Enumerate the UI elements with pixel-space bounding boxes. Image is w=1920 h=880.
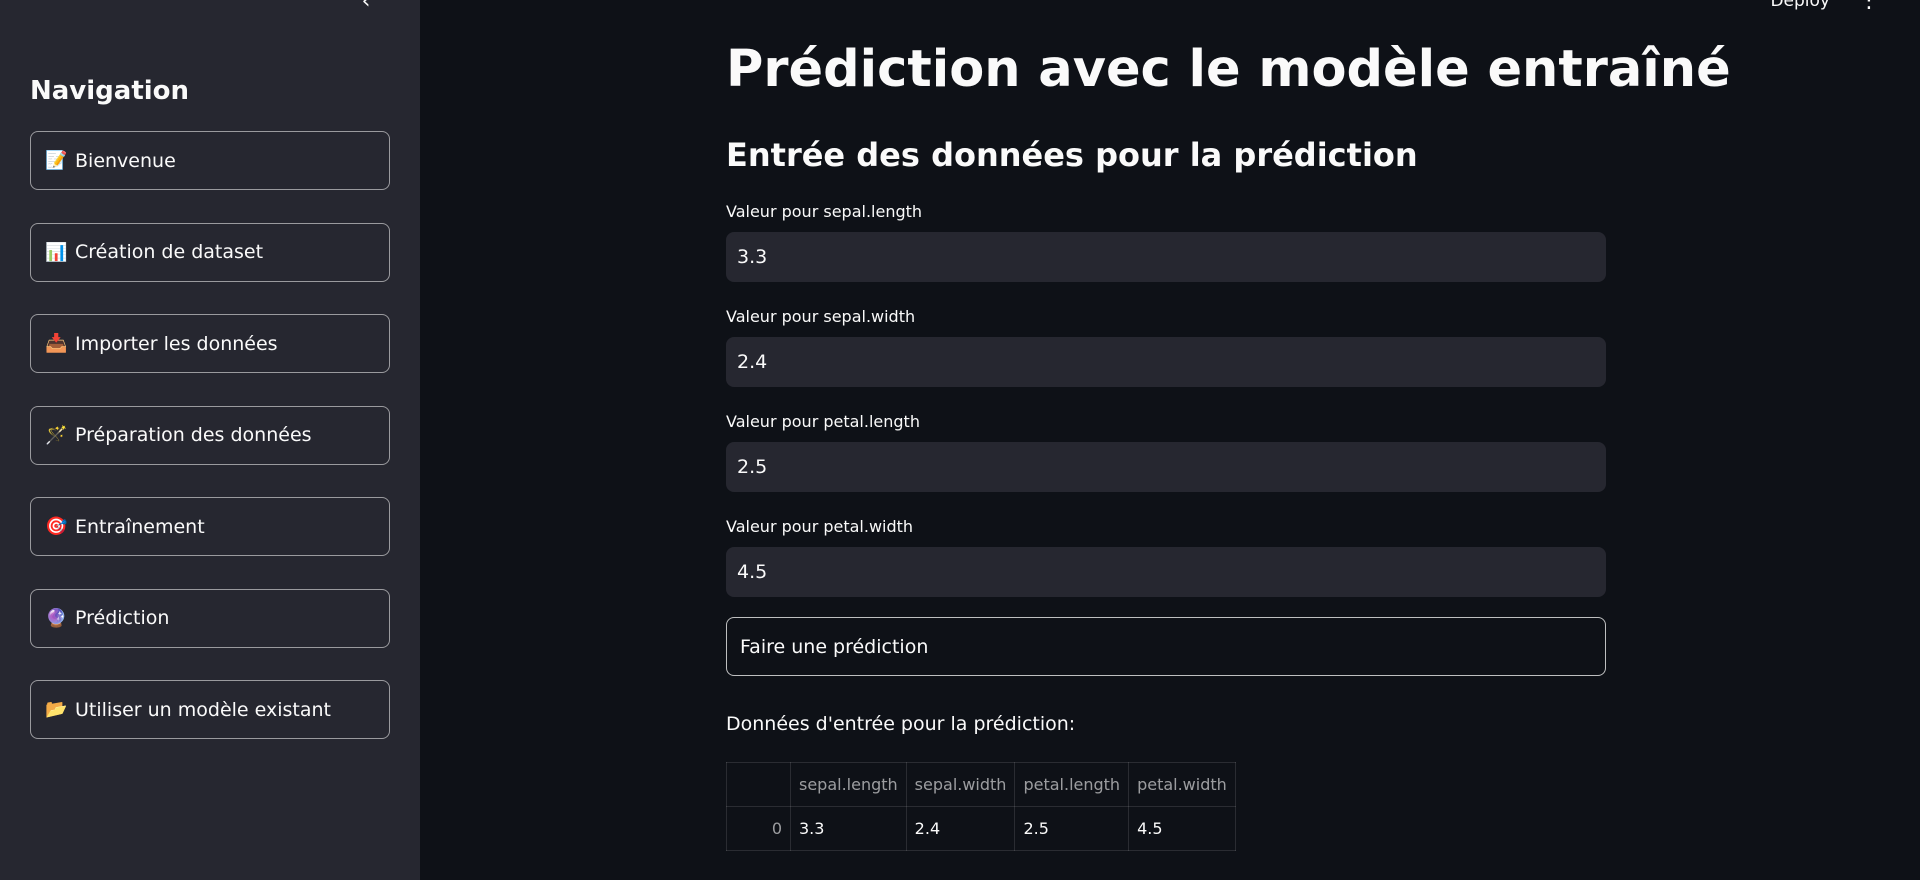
table-cell[interactable]: 3.3 xyxy=(790,806,907,851)
nav-button-label: Bienvenue xyxy=(75,149,176,172)
memo-icon: 📝 xyxy=(45,150,68,171)
table-column-header[interactable]: sepal.length xyxy=(790,762,907,807)
petal-length-input[interactable] xyxy=(726,442,1606,492)
nav-button-label: Importer les données xyxy=(75,332,278,355)
nav-button-entrainement[interactable]: 🎯 Entraînement xyxy=(30,497,390,556)
table-cell[interactable]: 2.5 xyxy=(1014,806,1130,851)
table-header-row: sepal.length sepal.width petal.length pe… xyxy=(726,762,1236,807)
table-column-header[interactable]: petal.length xyxy=(1014,762,1130,807)
input-data-table: sepal.length sepal.width petal.length pe… xyxy=(726,762,1236,851)
field-label: Valeur pour sepal.width xyxy=(726,307,916,326)
table-column-header[interactable]: petal.width xyxy=(1128,762,1236,807)
top-toolbar: Deploy ⋮ xyxy=(1770,0,1880,13)
field-label: Valeur pour sepal.length xyxy=(726,202,923,221)
table-index-header xyxy=(726,762,791,807)
nav-button-label: Préparation des données xyxy=(75,424,312,446)
nav-button-label: Entraînement xyxy=(75,515,205,538)
collapse-sidebar-icon[interactable]: ‹ xyxy=(354,0,378,14)
nav-button-preparation[interactable]: 🪄 Préparation des données xyxy=(30,405,390,465)
sidebar: ‹ Navigation 📝 Bienvenue 📊 Création de d… xyxy=(0,0,420,880)
table-row: 0 3.3 2.4 2.5 4.5 xyxy=(726,806,1236,851)
nav-button-label: Création de dataset xyxy=(75,241,264,263)
nav-button-importer[interactable]: 📥 Importer les données xyxy=(30,314,390,373)
folder-icon: 📂 xyxy=(45,699,68,720)
table-row-index: 0 xyxy=(726,806,791,851)
table-column-header[interactable]: sepal.width xyxy=(905,762,1016,807)
main-area: Deploy ⋮ Prédiction avec le modèle entra… xyxy=(420,0,1920,880)
section-title: Entrée des données pour la prédiction xyxy=(726,136,1418,174)
nav-button-bienvenue[interactable]: 📝 Bienvenue xyxy=(30,131,390,190)
field-petal-width: Valeur pour petal.width xyxy=(726,515,1606,597)
kebab-menu-icon[interactable]: ⋮ xyxy=(1858,0,1880,13)
predict-button[interactable]: Faire une prédiction xyxy=(726,617,1606,676)
sepal-width-input[interactable] xyxy=(726,337,1606,387)
target-icon: 🎯 xyxy=(45,516,68,537)
field-sepal-length: Valeur pour sepal.length xyxy=(726,200,1606,282)
magic-wand-icon: 🪄 xyxy=(45,424,68,446)
nav-button-prediction[interactable]: 🔮 Prédiction xyxy=(30,588,390,648)
field-sepal-width: Valeur pour sepal.width xyxy=(726,305,1606,387)
nav-button-label: Prédiction xyxy=(75,607,170,629)
deploy-button[interactable]: Deploy xyxy=(1770,0,1830,11)
field-petal-length: Valeur pour petal.length xyxy=(726,410,1606,492)
sepal-length-input[interactable] xyxy=(726,232,1606,282)
field-label: Valeur pour petal.length xyxy=(726,412,920,431)
nav-button-modele-existant[interactable]: 📂 Utiliser un modèle existant xyxy=(30,680,390,739)
field-label: Valeur pour petal.width xyxy=(726,517,914,536)
nav-button-label: Utiliser un modèle existant xyxy=(75,698,332,721)
table-cell[interactable]: 2.4 xyxy=(905,806,1016,851)
crystal-ball-icon: 🔮 xyxy=(45,607,68,629)
result-label: Données d'entrée pour la prédiction: xyxy=(726,713,1076,735)
nav-list: 📝 Bienvenue 📊 Création de dataset 📥 Impo… xyxy=(30,131,390,772)
petal-width-input[interactable] xyxy=(726,547,1606,597)
table-cell[interactable]: 4.5 xyxy=(1128,806,1236,851)
inbox-tray-icon: 📥 xyxy=(45,333,68,354)
bar-chart-icon: 📊 xyxy=(45,241,68,263)
navigation-title: Navigation xyxy=(30,76,190,106)
nav-button-creation-dataset[interactable]: 📊 Création de dataset xyxy=(30,222,390,282)
page-title: Prédiction avec le modèle entraîné xyxy=(726,40,1731,99)
